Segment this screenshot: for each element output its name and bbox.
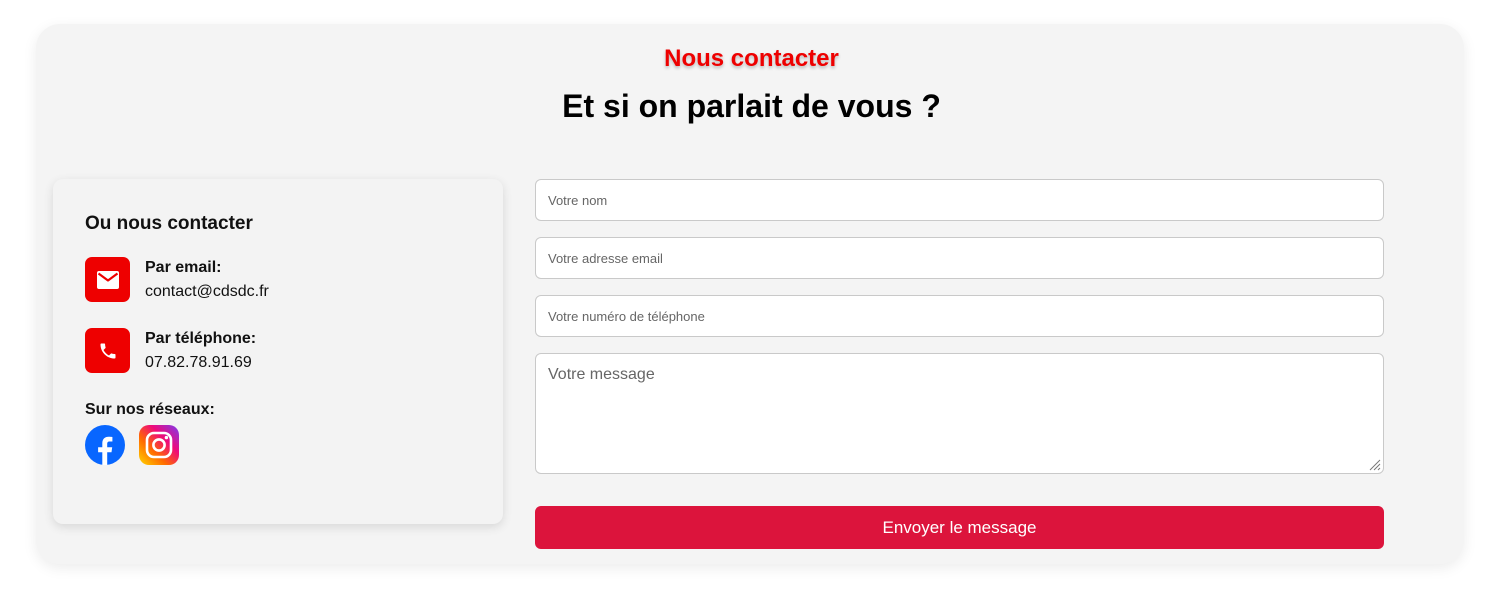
email-contact-row: Par email: contact@cdsdc.fr xyxy=(85,257,485,303)
phone-contact-row: Par téléphone: 07.82.78.91.69 xyxy=(85,328,485,374)
email-value[interactable]: contact@cdsdc.fr xyxy=(145,283,269,301)
email-input[interactable] xyxy=(535,237,1384,279)
phone-icon xyxy=(85,328,130,373)
instagram-icon[interactable] xyxy=(139,425,179,465)
social-label: Sur nos réseaux: xyxy=(85,401,215,418)
name-input[interactable] xyxy=(535,179,1384,221)
section-title: Et si on parlait de vous ? xyxy=(562,88,941,124)
phone-input[interactable] xyxy=(535,295,1384,337)
section-eyebrow: Nous contacter xyxy=(664,45,839,72)
mail-icon xyxy=(85,257,130,302)
send-message-button[interactable]: Envoyer le message xyxy=(535,506,1384,549)
facebook-icon[interactable] xyxy=(85,425,125,465)
contact-info-card: Ou nous contacter Par email: contact@cds… xyxy=(53,179,503,524)
contact-card-title: Ou nous contacter xyxy=(85,213,253,234)
phone-label: Par téléphone: xyxy=(145,330,257,347)
message-textarea[interactable] xyxy=(535,353,1384,474)
resize-handle-icon[interactable] xyxy=(1367,457,1381,471)
email-label: Par email: xyxy=(145,259,222,276)
phone-value[interactable]: 07.82.78.91.69 xyxy=(145,354,252,372)
